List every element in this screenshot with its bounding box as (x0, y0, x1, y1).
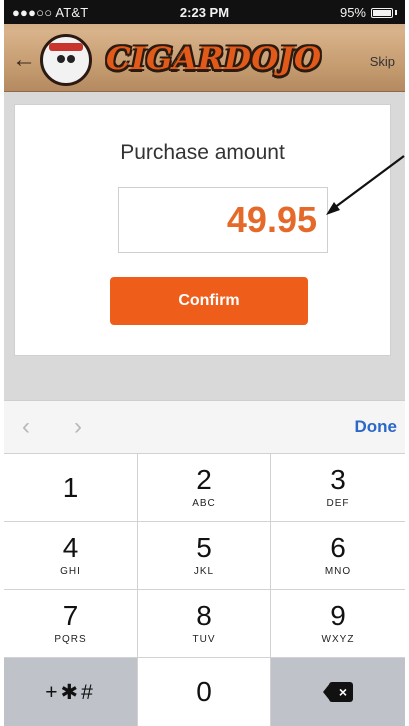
numeric-keypad: 1 2 ABC 3 DEF 4 GHI 5 JKL 6 MNO 7 PQRS 8 (4, 454, 405, 726)
symbols-label: +✱# (45, 680, 96, 704)
key-7-letters: PQRS (54, 634, 87, 645)
backspace-icon: × (323, 682, 353, 702)
purchase-card: Purchase amount 49.95 Confirm (14, 104, 391, 356)
battery-tip (395, 10, 397, 15)
key-8-letters: TUV (192, 634, 216, 645)
keyboard-accessory-bar: ‹ › Done (4, 400, 405, 454)
key-9[interactable]: 9 WXYZ (271, 590, 405, 658)
back-arrow-icon[interactable]: ← (12, 46, 36, 74)
key-8-number: 8 (196, 600, 212, 631)
key-7-number: 7 (62, 600, 79, 631)
key-2[interactable]: 2 ABC (138, 454, 271, 522)
key-4-letters: GHI (60, 566, 81, 577)
mascot-eye-right (67, 55, 75, 63)
key-3-letters: DEF (326, 498, 350, 509)
key-5-number: 5 (196, 532, 212, 563)
key-4-number: 4 (62, 532, 79, 563)
mascot-headband (49, 43, 83, 51)
key-5[interactable]: 5 JKL (138, 522, 271, 590)
purchase-amount-input[interactable]: 49.95 (118, 187, 328, 253)
status-bar: ●●●○○ AT&T 2:23 PM 95% (4, 0, 405, 24)
battery-percent: 95% (339, 5, 366, 20)
key-6-letters: MNO (324, 566, 352, 577)
key-1[interactable]: 1 (4, 454, 138, 522)
key-9-letters: WXYZ (321, 634, 355, 645)
screen: ●●●○○ AT&T 2:23 PM 95% ← CIGARDOJO Skip … (0, 0, 409, 726)
app-logo: CIGARDOJO (106, 41, 322, 77)
key-2-letters: ABC (192, 498, 216, 509)
header-bar: ← CIGARDOJO Skip (4, 24, 405, 92)
key-5-letters: JKL (193, 566, 215, 577)
battery-icon (371, 7, 393, 18)
key-0[interactable]: 0 (138, 658, 271, 726)
done-button[interactable]: Done (355, 417, 398, 437)
key-symbols[interactable]: +✱# (4, 658, 138, 726)
key-2-number: 2 (196, 464, 212, 495)
key-0-number: 0 (196, 676, 212, 707)
chevron-left-icon[interactable]: ‹ (22, 413, 30, 441)
confirm-button[interactable]: Confirm (110, 277, 308, 325)
key-8[interactable]: 8 TUV (138, 590, 271, 658)
key-3[interactable]: 3 DEF (271, 454, 405, 522)
key-7[interactable]: 7 PQRS (4, 590, 138, 658)
key-3-number: 3 (330, 464, 346, 495)
backspace-key[interactable]: × (271, 658, 405, 726)
annotation-arrow-icon (326, 155, 405, 215)
mascot-eye-left (57, 55, 65, 63)
battery-area: 95% (340, 5, 397, 20)
key-1-number: 1 (62, 471, 79, 503)
key-9-number: 9 (330, 600, 346, 631)
mascot-logo (40, 34, 92, 86)
skip-button[interactable]: Skip (370, 54, 395, 69)
app-header: ●●●○○ AT&T 2:23 PM 95% ← CIGARDOJO Skip (4, 0, 405, 92)
chevron-right-icon[interactable]: › (74, 413, 82, 441)
key-6[interactable]: 6 MNO (271, 522, 405, 590)
key-4[interactable]: 4 GHI (4, 522, 138, 590)
key-6-number: 6 (330, 532, 346, 563)
